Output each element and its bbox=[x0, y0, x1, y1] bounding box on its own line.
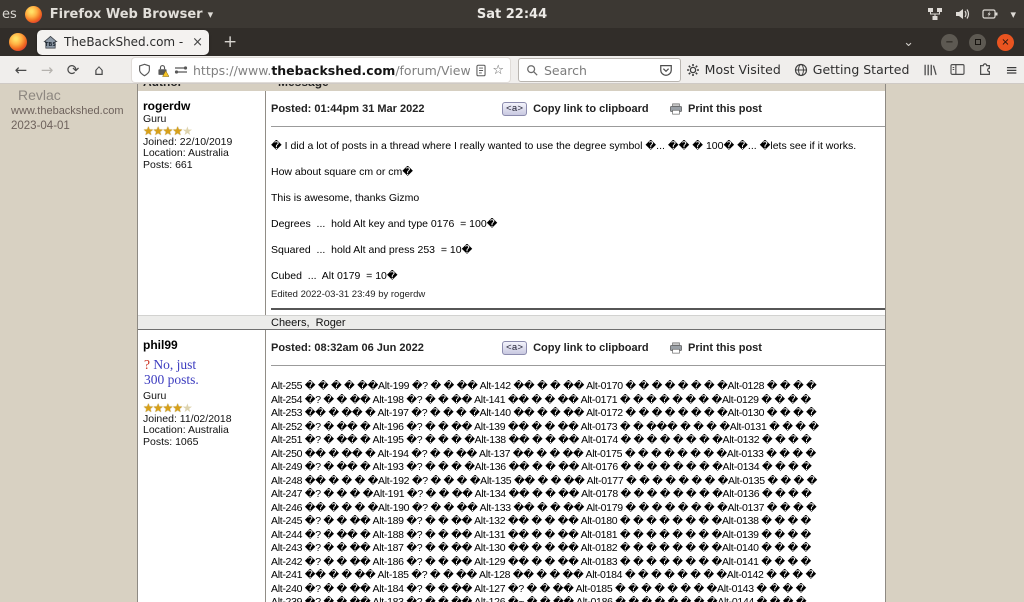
shield-icon[interactable] bbox=[138, 63, 151, 78]
message-panel: Posted: 01:44pm 31 Mar 2022 <a> Copy lin… bbox=[267, 91, 885, 315]
table-header-row: Author Message bbox=[138, 84, 885, 91]
copy-link-button[interactable]: <a> Copy link to clipboard bbox=[502, 341, 660, 355]
url-text[interactable]: https://www.thebackshed.com/forum/ViewT bbox=[193, 63, 470, 78]
anchor-badge-icon: <a> bbox=[502, 102, 527, 116]
forum-thread-table: Author Message rogerdw Guru ★★★★★ Joined… bbox=[137, 84, 886, 602]
screen: es Firefox Web Browser ▾ Sat 22:44 ▾ TBS… bbox=[0, 0, 1024, 602]
author-column-header: Author bbox=[143, 84, 182, 89]
window-minimize-button[interactable]: − bbox=[941, 34, 958, 51]
bookmark-most-visited[interactable]: Most Visited bbox=[686, 62, 781, 78]
user-postcount: Posts: 1065 bbox=[143, 437, 260, 449]
system-menu-caret-icon[interactable]: ▾ bbox=[1010, 8, 1016, 21]
site-favicon-icon: TBS bbox=[43, 35, 58, 50]
user-flair: ? No, just300 posts. bbox=[144, 357, 260, 387]
app-menu-label: Firefox Web Browser bbox=[50, 7, 203, 22]
hamburger-menu-icon[interactable]: ≡ bbox=[1005, 61, 1018, 79]
rank-stars-icon: ★★★★★ bbox=[143, 126, 260, 137]
lock-warning-icon[interactable] bbox=[156, 63, 169, 78]
bookmark-getting-started-label: Getting Started bbox=[813, 62, 910, 77]
chevron-down-icon: ▾ bbox=[208, 8, 214, 21]
navigation-toolbar: ← → ⟳ ⌂ https://www.thebackshed.com/foru… bbox=[0, 56, 1024, 84]
new-tab-button[interactable]: + bbox=[223, 32, 237, 52]
anchor-badge-icon: <a> bbox=[502, 341, 527, 355]
message-column-header: Message bbox=[278, 84, 329, 89]
rank-stars-icon: ★★★★★ bbox=[143, 403, 260, 414]
search-placeholder: Search bbox=[544, 63, 587, 78]
pocket-icon[interactable] bbox=[659, 62, 673, 77]
home-button[interactable]: ⌂ bbox=[86, 61, 112, 79]
globe-icon bbox=[794, 62, 808, 78]
browser-tab[interactable]: TBS TheBackShed.com - Forum × bbox=[37, 30, 209, 55]
signature: Cheers, Roger bbox=[271, 317, 885, 329]
bookmark-getting-started[interactable]: Getting Started bbox=[794, 62, 910, 78]
watermark-author: Revlac bbox=[18, 87, 61, 103]
author-panel: phil99 ? No, just300 posts. Guru ★★★★★ J… bbox=[138, 330, 266, 602]
volume-icon[interactable] bbox=[955, 7, 970, 21]
copy-link-button[interactable]: <a> Copy link to clipboard bbox=[502, 102, 660, 116]
tab-title: TheBackShed.com - Forum bbox=[64, 35, 186, 49]
post-row-phil99: phil99 ? No, just300 posts. Guru ★★★★★ J… bbox=[138, 330, 885, 602]
window-maximize-button[interactable] bbox=[969, 34, 986, 51]
network-icon[interactable] bbox=[927, 7, 943, 21]
print-post-button[interactable]: Print this post bbox=[669, 339, 762, 357]
clock[interactable]: Sat 22:44 bbox=[477, 7, 547, 22]
printer-icon bbox=[669, 339, 683, 357]
battery-icon[interactable] bbox=[982, 8, 998, 20]
url-bar[interactable]: https://www.thebackshed.com/forum/ViewT … bbox=[132, 58, 510, 82]
firefox-window-icon bbox=[9, 33, 27, 51]
reload-button[interactable]: ⟳ bbox=[60, 61, 86, 79]
library-icon[interactable] bbox=[922, 62, 937, 77]
back-button[interactable]: ← bbox=[8, 61, 34, 79]
permissions-icon[interactable] bbox=[174, 63, 188, 78]
gear-icon bbox=[686, 62, 700, 78]
tab-bar: TBS TheBackShed.com - Forum × + ⌄ − × bbox=[0, 28, 1024, 56]
window-close-button[interactable]: × bbox=[997, 34, 1014, 51]
user-postcount: Posts: 661 bbox=[143, 160, 260, 172]
reader-mode-icon[interactable] bbox=[475, 63, 487, 78]
user-location: Location: Australia bbox=[143, 148, 260, 160]
system-topbar: es Firefox Web Browser ▾ Sat 22:44 ▾ bbox=[0, 0, 1024, 28]
firefox-logo-icon bbox=[25, 6, 42, 23]
username[interactable]: phil99 bbox=[143, 338, 260, 352]
author-panel: rogerdw Guru ★★★★★ Joined: 22/10/2019 Lo… bbox=[138, 91, 266, 315]
tab-close-icon[interactable]: × bbox=[192, 35, 203, 50]
extensions-icon[interactable] bbox=[978, 62, 992, 77]
username[interactable]: rogerdw bbox=[143, 99, 260, 113]
app-menu-button[interactable]: Firefox Web Browser ▾ bbox=[50, 7, 213, 22]
bookmark-star-icon[interactable]: ☆ bbox=[492, 63, 504, 78]
posted-timestamp: Posted: 08:32am 06 Jun 2022 bbox=[271, 342, 502, 354]
user-location: Location: Australia bbox=[143, 425, 260, 437]
edited-note: Edited 2022-03-31 23:49 by rogerdw bbox=[271, 289, 885, 300]
sidebar-icon[interactable] bbox=[950, 62, 965, 77]
search-icon bbox=[526, 63, 538, 78]
post-body: Alt-255 � � � � ��Alt-199 �? � � �� Alt-… bbox=[271, 380, 885, 602]
svg-text:TBS: TBS bbox=[45, 41, 56, 47]
post-row-rogerdw: rogerdw Guru ★★★★★ Joined: 22/10/2019 Lo… bbox=[138, 91, 885, 315]
bookmark-most-visited-label: Most Visited bbox=[705, 62, 781, 77]
printer-icon bbox=[669, 100, 683, 118]
list-tabs-chevron-icon[interactable]: ⌄ bbox=[903, 35, 914, 50]
print-post-button[interactable]: Print this post bbox=[669, 100, 762, 118]
page-content: Revlac www.thebackshed.com 2023-04-01 Au… bbox=[0, 84, 1024, 602]
search-bar[interactable]: Search bbox=[518, 58, 681, 82]
posted-timestamp: Posted: 01:44pm 31 Mar 2022 bbox=[271, 103, 502, 115]
watermark-site: www.thebackshed.com bbox=[11, 105, 124, 117]
message-panel: Posted: 08:32am 06 Jun 2022 <a> Copy lin… bbox=[267, 330, 885, 602]
watermark-date: 2023-04-01 bbox=[11, 120, 70, 132]
activities-label[interactable]: es bbox=[2, 7, 17, 22]
forward-button[interactable]: → bbox=[34, 61, 60, 79]
post-body: � I did a lot of posts in a thread where… bbox=[271, 140, 885, 329]
